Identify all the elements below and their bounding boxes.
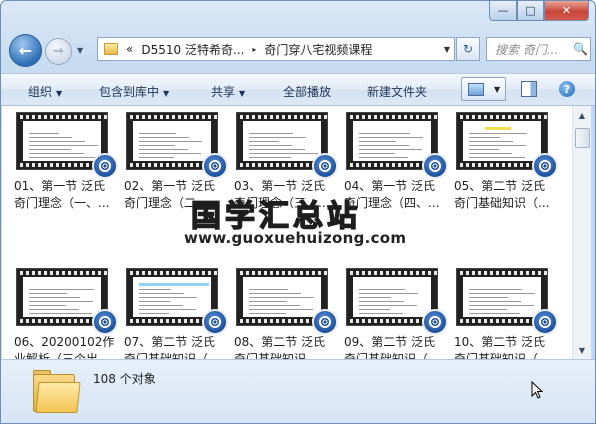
scroll-down-icon[interactable]: ▼ xyxy=(575,343,589,357)
new-folder-button[interactable]: 新建文件夹 xyxy=(367,83,427,100)
file-name: 05、第二节 泛氏 奇门基础知识（... xyxy=(454,178,560,212)
search-icon[interactable]: 🔍 xyxy=(573,42,588,56)
refresh-icon: ↻ xyxy=(462,42,474,56)
details-pane: 108 个对象 xyxy=(1,359,595,423)
address-bar[interactable]: « D5510 泛特希奇... ▸ 奇门穿八宅视频课程 ▼ xyxy=(97,37,455,61)
forward-button[interactable]: → xyxy=(45,38,72,65)
file-item[interactable]: 09、第二节 泛氏奇门基础知识（... xyxy=(344,268,450,359)
close-button[interactable]: ✕ xyxy=(544,1,589,21)
file-name-line2: 奇门基础知识（... xyxy=(124,352,220,359)
scrollbar-thumb[interactable] xyxy=(575,128,590,148)
file-name-line2: 奇门基础知识... xyxy=(234,352,318,359)
file-name: 07、第二节 泛氏奇门基础知识（... xyxy=(124,334,230,359)
file-item[interactable]: 06、20200102作业解析（三个出... xyxy=(14,268,120,359)
mouse-pointer-icon xyxy=(531,381,543,399)
file-name-line1: 06、20200102作 xyxy=(14,335,115,349)
address-dropdown-icon[interactable]: ▼ xyxy=(444,45,450,54)
organize-menu[interactable]: 组织 ▼ xyxy=(28,83,62,100)
share-menu[interactable]: 共享 ▼ xyxy=(211,83,245,100)
breadcrumb-overflow[interactable]: « xyxy=(126,42,133,56)
explorer-window: — □ ✕ ← → ▼ « D5510 泛特希奇... ▸ 奇门穿八宅视频课程 … xyxy=(0,0,596,424)
file-item[interactable]: 05、第二节 泛氏 奇门基础知识（... xyxy=(454,112,560,212)
minimize-button[interactable]: — xyxy=(489,1,517,21)
video-thumbnail xyxy=(456,268,558,335)
search-input[interactable]: 搜索 奇门... 🔍 xyxy=(486,37,591,61)
folder-icon xyxy=(104,43,118,55)
file-name: 10、第二节 泛氏奇门基础知识（... xyxy=(454,334,560,359)
video-thumbnail xyxy=(126,112,228,179)
file-item[interactable]: 10、第二节 泛氏奇门基础知识（... xyxy=(454,268,560,359)
breadcrumb-item-parent[interactable]: D5510 泛特希奇... xyxy=(141,41,244,58)
preview-pane-icon[interactable] xyxy=(521,81,537,97)
back-button[interactable]: ← xyxy=(9,34,42,67)
video-thumbnail xyxy=(346,112,448,179)
file-item[interactable]: 07、第二节 泛氏奇门基础知识（... xyxy=(124,268,230,359)
file-name: 01、第一节 泛氏 奇门理念（一、... xyxy=(14,178,120,212)
file-item[interactable]: 01、第一节 泛氏 奇门理念（一、... xyxy=(14,112,120,212)
video-thumbnail xyxy=(16,268,118,335)
media-player-icon xyxy=(202,153,228,179)
folder-icon xyxy=(33,370,81,413)
file-name-line1: 08、第二节 泛氏 xyxy=(234,335,326,349)
play-all-button[interactable]: 全部播放 xyxy=(283,83,331,100)
view-icon xyxy=(468,82,484,96)
recent-pages-dropdown[interactable]: ▼ xyxy=(77,46,83,55)
window-border xyxy=(591,106,595,359)
video-thumbnail xyxy=(126,268,228,335)
file-name: 08、第二节 泛氏奇门基础知识... xyxy=(234,334,340,359)
breadcrumb-item-current[interactable]: 奇门穿八宅视频课程 xyxy=(264,41,372,58)
media-player-icon xyxy=(532,309,558,335)
file-name-line1: 09、第二节 泛氏 xyxy=(344,335,436,349)
media-player-icon xyxy=(202,309,228,335)
chevron-down-icon[interactable]: ▼ xyxy=(494,85,500,94)
file-name-line1: 05、第二节 泛氏 xyxy=(454,179,546,193)
command-bar: 组织 ▼ 包含到库中 ▼ 共享 ▼ 全部播放 新建文件夹 xyxy=(1,73,595,106)
refresh-button[interactable]: ↻ xyxy=(456,37,480,61)
file-name-line2: 业解析（三个出... xyxy=(14,352,110,359)
media-player-icon xyxy=(312,153,338,179)
media-player-icon xyxy=(92,153,118,179)
watermark-url: www.guoxuehuizong.com xyxy=(184,229,407,247)
video-thumbnail xyxy=(236,112,338,179)
scroll-up-icon[interactable]: ▲ xyxy=(575,108,589,122)
forward-arrow-icon: → xyxy=(53,44,64,59)
file-name: 09、第二节 泛氏奇门基础知识（... xyxy=(344,334,450,359)
video-thumbnail xyxy=(346,268,448,335)
chevron-down-icon: ▼ xyxy=(163,89,170,98)
media-player-icon xyxy=(92,309,118,335)
change-view-button[interactable]: ▼ xyxy=(461,77,506,101)
file-name-line2: 奇门理念（一、... xyxy=(14,196,110,210)
video-thumbnail xyxy=(456,112,558,179)
video-thumbnail xyxy=(16,112,118,179)
media-player-icon xyxy=(312,309,338,335)
search-placeholder: 搜索 奇门... xyxy=(495,42,559,57)
file-name-line1: 01、第一节 泛氏 xyxy=(14,179,106,193)
file-item[interactable]: 08、第二节 泛氏奇门基础知识... xyxy=(234,268,340,359)
chevron-down-icon: ▼ xyxy=(56,89,63,98)
file-name-line2: 奇门基础知识（... xyxy=(344,352,440,359)
media-player-icon xyxy=(532,153,558,179)
file-name: 06、20200102作业解析（三个出... xyxy=(14,334,120,359)
breadcrumb-separator[interactable]: ▸ xyxy=(252,45,256,54)
file-name-line2: 奇门基础知识（... xyxy=(454,352,550,359)
vertical-scrollbar[interactable]: ▲ ▼ xyxy=(572,106,591,359)
include-in-library-menu[interactable]: 包含到库中 ▼ xyxy=(99,83,169,100)
maximize-button[interactable]: □ xyxy=(517,1,544,21)
help-icon[interactable]: ? xyxy=(559,81,575,97)
media-player-icon xyxy=(422,309,448,335)
caption-buttons: — □ ✕ xyxy=(489,1,589,21)
file-name-line1: 07、第二节 泛氏 xyxy=(124,335,216,349)
chevron-down-icon: ▼ xyxy=(239,89,246,98)
media-player-icon xyxy=(422,153,448,179)
file-name-line1: 10、第二节 泛氏 xyxy=(454,335,546,349)
video-thumbnail xyxy=(236,268,338,335)
back-arrow-icon: ← xyxy=(18,41,33,60)
file-name-line2: 奇门基础知识（... xyxy=(454,196,550,210)
item-count: 108 个对象 xyxy=(93,372,156,386)
